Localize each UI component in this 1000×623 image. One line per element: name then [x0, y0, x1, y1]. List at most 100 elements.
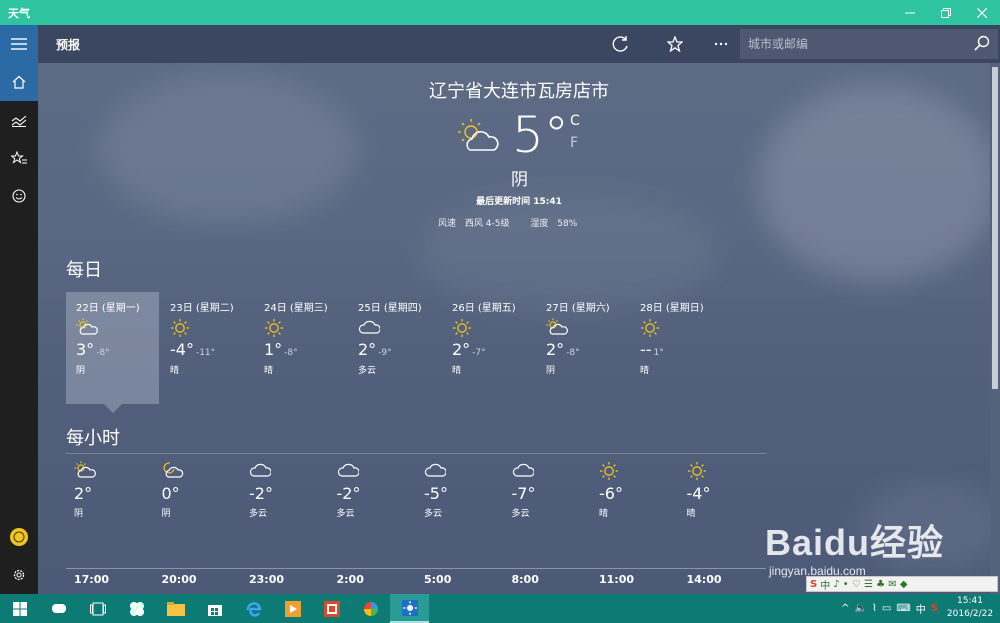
taskbar-weather[interactable]: [390, 594, 429, 623]
celsius-toggle[interactable]: C: [570, 113, 580, 129]
hamburger-menu-button[interactable]: [0, 25, 38, 63]
hourly-forecast-item: -4° 晴: [679, 461, 766, 531]
day-low: -9°: [378, 348, 392, 358]
current-conditions: 5° C F 阴: [456, 106, 656, 190]
daily-forecast-list: 22日 (星期一) 3° -8° 阴 23日 (星期二) -4° -11° 晴 24日 (星期三…: [66, 292, 766, 404]
minimize-button[interactable]: [892, 0, 928, 25]
more-icon: [714, 42, 728, 46]
rail-bottom: [0, 518, 38, 594]
weather-icon: [401, 599, 418, 616]
nav-forecast-button[interactable]: [0, 63, 38, 101]
daily-forecast-item[interactable]: 28日 (星期日) -- 1° 晴: [630, 292, 723, 404]
hourly-forecast-item: -2° 多云: [241, 461, 328, 531]
start-button[interactable]: [0, 594, 39, 623]
day-high: -4°: [170, 340, 194, 359]
taskbar: ^ 🔈 ⌇ ▭ ⌨ 中 S 15:41 2016/2/22: [0, 594, 1000, 623]
ime-mode[interactable]: 中: [820, 577, 830, 592]
day-condition: 晴: [452, 366, 462, 376]
taskbar-edge[interactable]: [234, 594, 273, 623]
tray-ime[interactable]: 中: [916, 601, 926, 616]
daily-forecast-item[interactable]: 23日 (星期二) -4° -11° 晴: [160, 292, 253, 404]
daily-forecast-item[interactable]: 27日 (星期六) 2° -8° 阴: [536, 292, 629, 404]
fahrenheit-toggle[interactable]: F: [570, 135, 578, 151]
ime-toolbar[interactable]: S 中 ♪ • ♡ ☰ ♣ ✉ ◆: [806, 576, 998, 592]
network-icon[interactable]: ⌇: [872, 603, 877, 614]
daily-forecast-item[interactable]: 25日 (星期四) 2° -9° 多云: [348, 292, 441, 404]
ime-tools-icon[interactable]: ♪ • ♡ ☰ ♣ ✉ ◆: [833, 579, 907, 590]
day-date: 27日 (星期六): [546, 303, 610, 314]
sun-icon: [640, 318, 723, 338]
search-icon[interactable]: [974, 35, 990, 51]
action-center-icon[interactable]: ▭: [882, 603, 891, 614]
daily-forecast-item[interactable]: 24日 (星期三) 1° -8° 晴: [254, 292, 347, 404]
close-icon: [977, 7, 987, 18]
folder-icon: [166, 601, 185, 616]
windows-logo-icon: [12, 601, 27, 616]
taskbar-office[interactable]: [312, 594, 351, 623]
taskbar-store[interactable]: [195, 594, 234, 623]
daily-forecast-item[interactable]: 22日 (星期一) 3° -8° 阴: [66, 292, 159, 404]
more-button[interactable]: [706, 25, 736, 63]
wind-value: 西风 4-5级: [464, 219, 510, 229]
clock[interactable]: 15:41 2016/2/22: [946, 595, 994, 621]
day-high: 2°: [546, 340, 565, 359]
day-high: --: [640, 340, 652, 359]
nav-historical-button[interactable]: [0, 101, 38, 139]
cortana-button[interactable]: [39, 594, 78, 623]
nav-rail: [0, 25, 38, 594]
taskbar-media-player[interactable]: [273, 594, 312, 623]
day-low: 1°: [653, 348, 664, 358]
hour-condition: 多云: [336, 509, 355, 519]
day-low: -8°: [566, 348, 580, 358]
location-title: 辽宁省大连市瓦房店市: [429, 81, 609, 102]
sun-icon: [170, 318, 253, 338]
day-condition: 晴: [264, 366, 274, 376]
day-date: 28日 (星期日): [640, 303, 704, 314]
settings-button[interactable]: [0, 556, 38, 594]
task-view-button[interactable]: [78, 594, 117, 623]
refresh-button[interactable]: [606, 25, 636, 63]
partly-cloudy-icon: [546, 318, 629, 338]
tray-chevron-up-icon[interactable]: ^: [841, 603, 849, 614]
keyboard-icon[interactable]: ⌨: [896, 603, 910, 614]
hour-time-label: 23:00: [249, 573, 285, 586]
hour-temperature: 2°: [74, 484, 93, 503]
favorite-button[interactable]: [660, 25, 690, 63]
hour-condition: 多云: [424, 509, 443, 519]
hour-temperature: -6°: [599, 484, 623, 503]
sogou-tray-icon[interactable]: S: [931, 603, 938, 614]
day-high: 2°: [358, 340, 377, 359]
hour-temperature: -7°: [511, 484, 536, 503]
restore-button[interactable]: [928, 0, 964, 25]
window-titlebar: 天气: [0, 0, 1000, 25]
nav-feedback-button[interactable]: [0, 177, 38, 215]
day-condition: 阴: [546, 366, 556, 376]
day-date: 26日 (星期五): [452, 303, 516, 314]
close-button[interactable]: [964, 0, 1000, 25]
temperature-value: 5: [512, 106, 544, 164]
sogou-logo-icon: S: [810, 578, 818, 590]
scrollbar-thumb[interactable]: [992, 67, 998, 389]
hourly-forecast-item: -7° 多云: [504, 461, 591, 531]
hour-condition: 多云: [511, 509, 530, 519]
account-button[interactable]: [0, 518, 38, 556]
nav-places-button[interactable]: [0, 139, 38, 177]
home-icon: [12, 75, 26, 89]
minimize-icon: [905, 12, 915, 13]
day-date: 25日 (星期四): [358, 303, 422, 314]
taskbar-file-explorer[interactable]: [156, 594, 195, 623]
search-input[interactable]: [748, 37, 958, 51]
taskbar-app-pinwheel[interactable]: [117, 594, 156, 623]
sun-icon: [452, 318, 535, 338]
hourly-time-axis: 17:00 20:00 23:00 2:00 5:00 8:00 11:00 14:00: [66, 573, 766, 587]
hourly-divider: [66, 453, 766, 454]
day-high: 1°: [264, 340, 283, 359]
volume-icon[interactable]: 🔈: [855, 603, 867, 614]
wind-label: 风速: [438, 219, 457, 229]
day-low: -7°: [472, 348, 486, 358]
taskbar-color-app[interactable]: [351, 594, 390, 623]
store-icon: [207, 604, 222, 616]
hourly-forecast-item: -5° 多云: [416, 461, 503, 531]
refresh-icon: [612, 36, 628, 52]
daily-forecast-item[interactable]: 26日 (星期五) 2° -7° 晴: [442, 292, 535, 404]
